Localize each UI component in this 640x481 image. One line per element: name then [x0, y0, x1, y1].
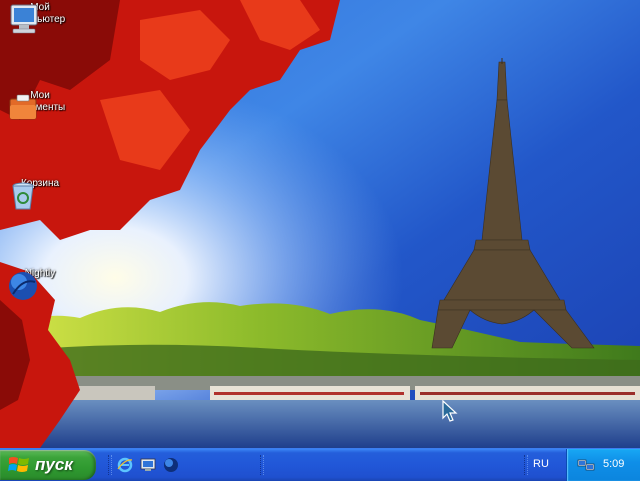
- my-documents-icon: [9, 94, 37, 120]
- desktop[interactable]: Мой компьютер Мои документы Корзина Nigh…: [0, 0, 640, 448]
- system-tray: 5:09: [566, 449, 640, 481]
- start-button[interactable]: пуск: [0, 450, 96, 480]
- nightly-browser-icon[interactable]: [163, 457, 179, 473]
- clock[interactable]: 5:09: [603, 458, 624, 470]
- tray-separator: [524, 455, 528, 475]
- desktop-icon-nightly[interactable]: Nightly: [5, 268, 75, 300]
- my-computer-icon: [10, 4, 38, 34]
- windows-logo-icon: [8, 457, 29, 472]
- network-icon[interactable]: [577, 457, 595, 473]
- taskbar: пуск RU 5:09: [0, 448, 640, 481]
- desktop-icon-my-documents[interactable]: Мои документы: [5, 90, 75, 120]
- taskbar-separator: [260, 455, 264, 475]
- quick-launch-separator: [108, 455, 112, 475]
- start-button-label: пуск: [35, 455, 73, 474]
- mouse-cursor-icon: [442, 399, 458, 422]
- internet-explorer-icon[interactable]: [117, 457, 133, 473]
- desktop-icon-my-computer[interactable]: Мой компьютер: [5, 2, 75, 34]
- language-indicator[interactable]: RU: [533, 458, 549, 470]
- desktop-icon-recycle-bin[interactable]: Корзина: [5, 178, 75, 210]
- nightly-browser-icon: [9, 272, 37, 300]
- recycle-bin-icon: [12, 182, 34, 210]
- wallpaper-image: [0, 0, 640, 448]
- show-desktop-icon[interactable]: [140, 457, 156, 473]
